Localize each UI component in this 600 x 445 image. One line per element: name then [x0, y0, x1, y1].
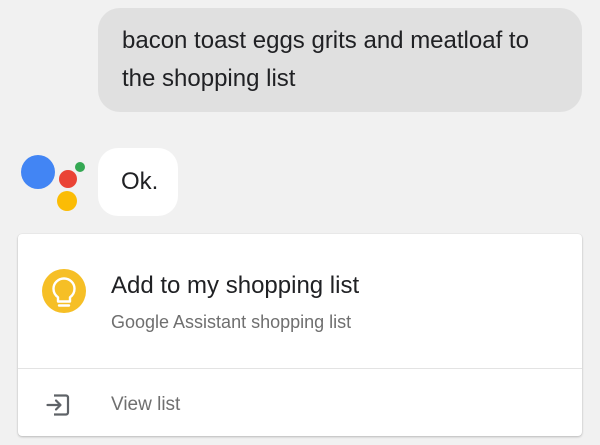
- add-to-shopping-list-button[interactable]: Add to my shopping list Google Assistant…: [18, 234, 582, 368]
- assistant-dot-green: [75, 162, 85, 172]
- lightbulb-icon: [42, 269, 86, 313]
- assistant-reply-bubble: Ok.: [98, 148, 178, 216]
- assistant-dot-yellow: [57, 191, 77, 211]
- shopping-list-card: Add to my shopping list Google Assistant…: [18, 234, 582, 436]
- assistant-conversation-screen: bacon toast eggs grits and meatloaf to t…: [0, 0, 600, 445]
- user-message-bubble: bacon toast eggs grits and meatloaf to t…: [98, 8, 582, 112]
- google-assistant-icon: [18, 152, 90, 216]
- user-message-text: bacon toast eggs grits and meatloaf to t…: [122, 27, 529, 92]
- assistant-reply-text: Ok.: [121, 168, 159, 195]
- view-list-button[interactable]: View list: [18, 369, 582, 436]
- assistant-dot-blue: [21, 155, 55, 189]
- card-subtitle: Google Assistant shopping list: [111, 312, 352, 332]
- card-title: Add to my shopping list: [111, 272, 360, 299]
- view-list-label: View list: [111, 394, 181, 415]
- assistant-dot-red: [59, 170, 77, 188]
- open-in-icon: [44, 391, 72, 419]
